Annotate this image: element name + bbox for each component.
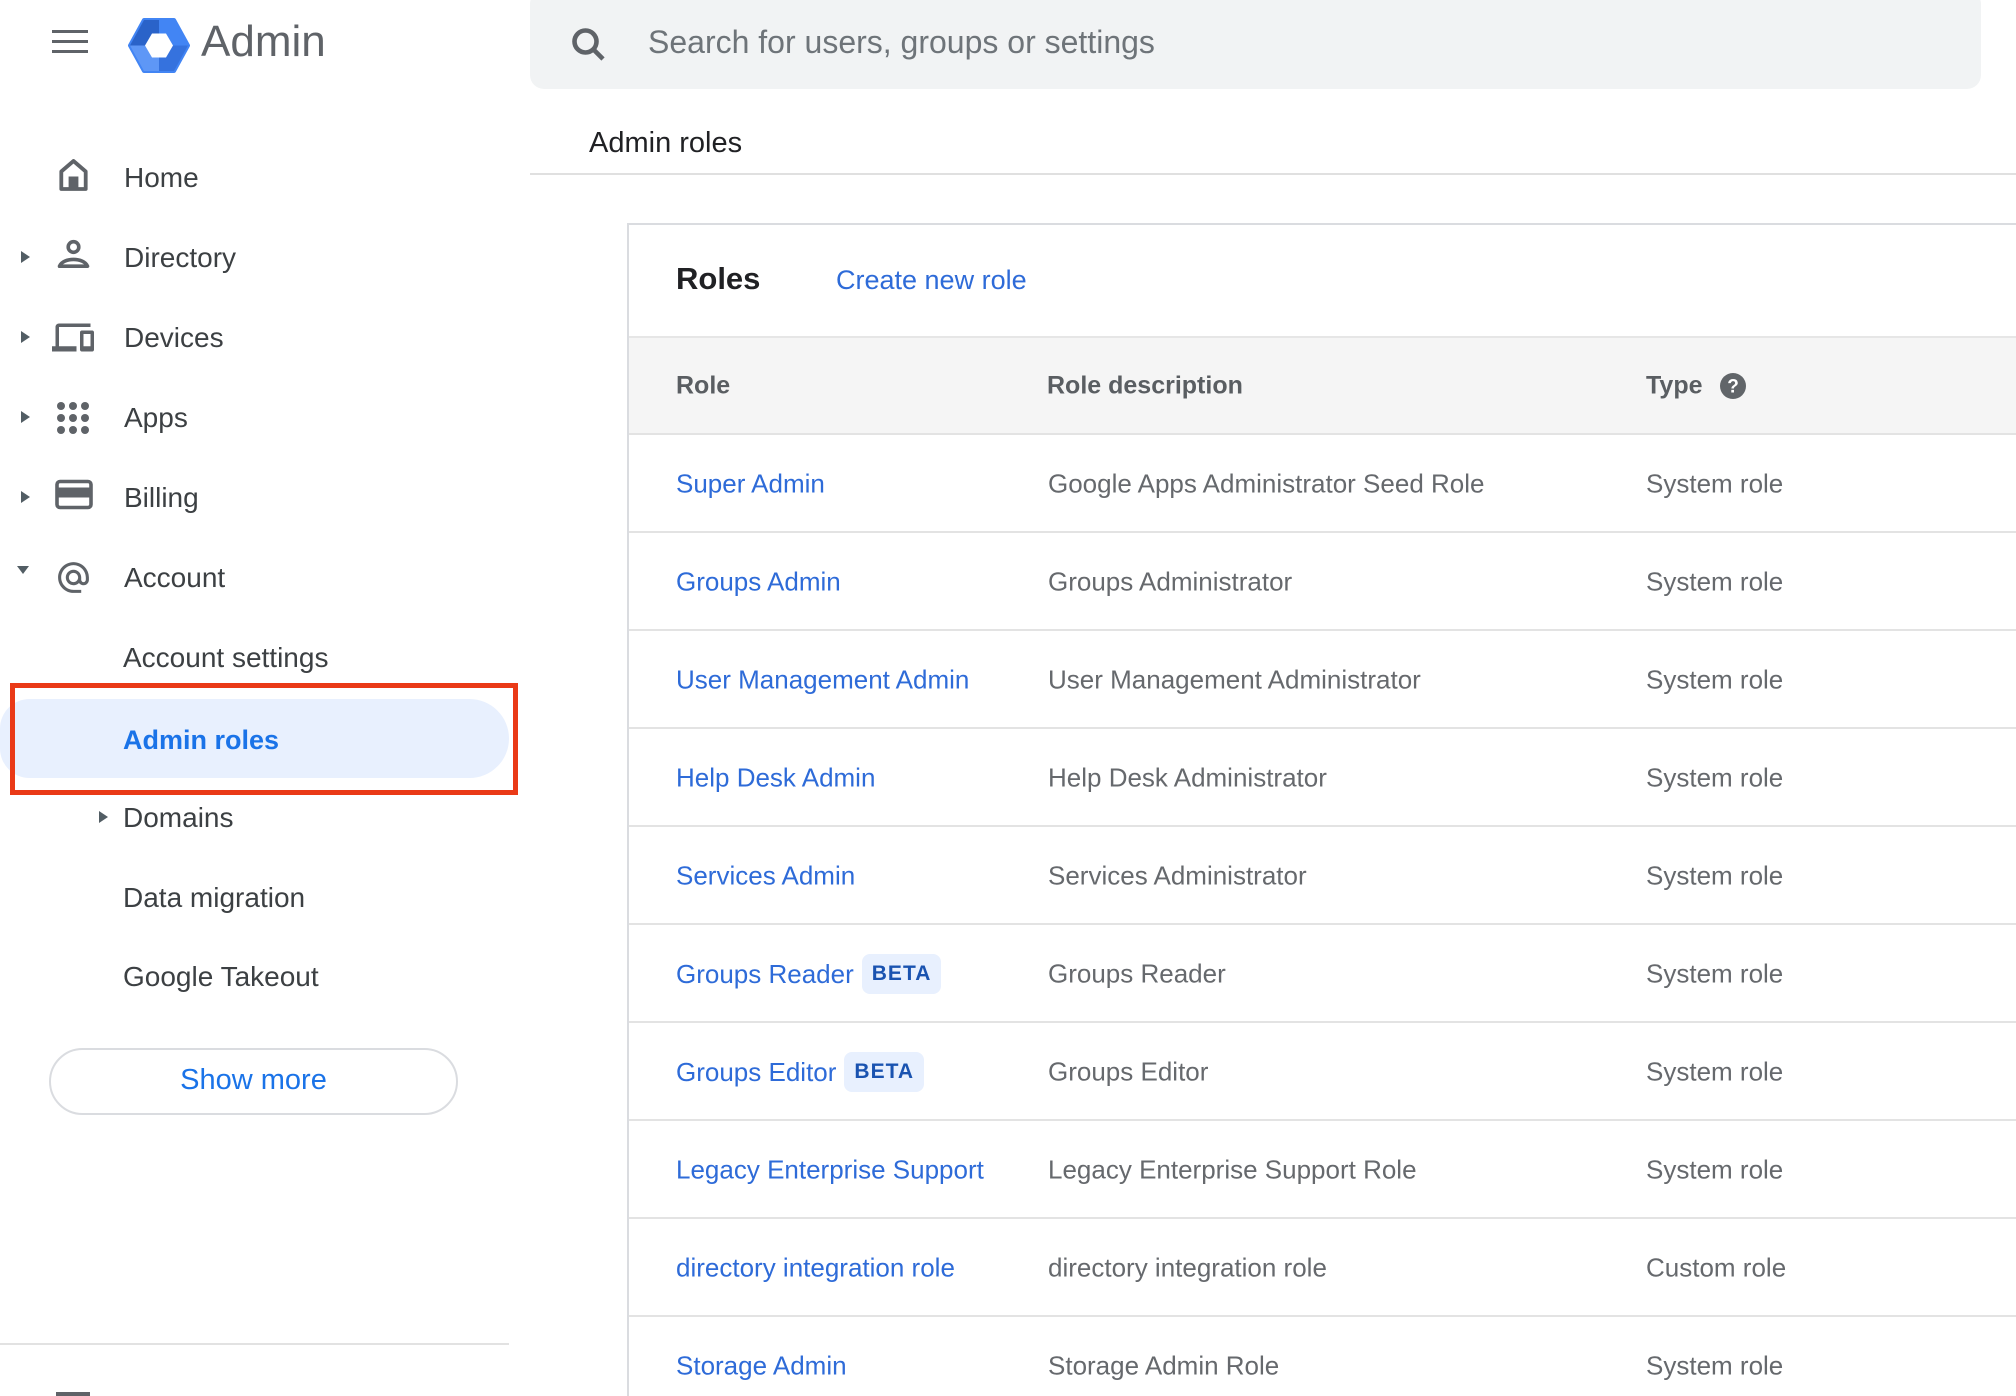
svg-text:?: ? bbox=[1727, 377, 1739, 398]
